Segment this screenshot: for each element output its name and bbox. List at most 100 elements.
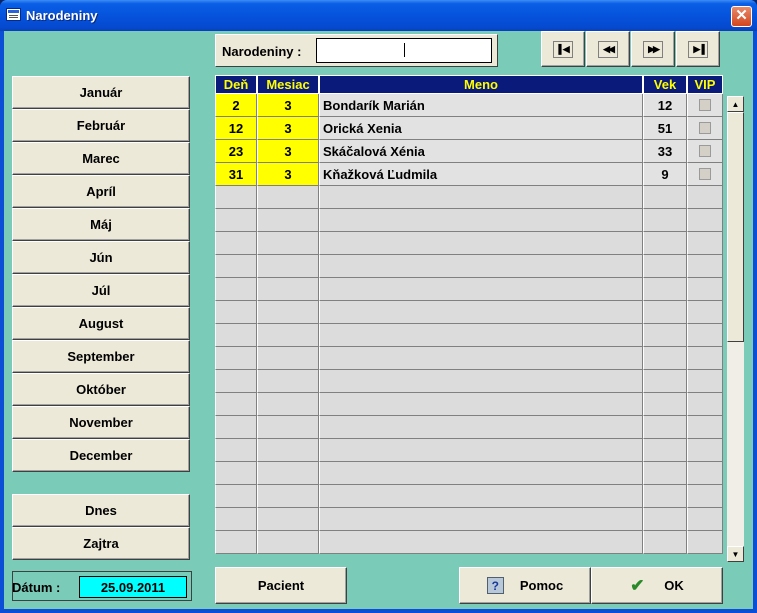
month-button-march[interactable]: Marec: [12, 142, 190, 175]
empty-row[interactable]: [215, 531, 723, 554]
empty-cell[interactable]: [643, 416, 687, 439]
scroll-down-icon[interactable]: ▼: [727, 546, 744, 562]
cell-name[interactable]: Kňažková Ľudmila: [319, 163, 643, 186]
empty-cell[interactable]: [687, 347, 723, 370]
grid-scrollbar[interactable]: ▲ ▼: [727, 96, 744, 562]
empty-cell[interactable]: [319, 393, 643, 416]
empty-cell[interactable]: [257, 393, 319, 416]
empty-row[interactable]: [215, 508, 723, 531]
empty-cell[interactable]: [319, 301, 643, 324]
month-button-january[interactable]: Január: [12, 76, 190, 109]
patient-button[interactable]: Pacient: [215, 567, 347, 604]
title-bar[interactable]: Narodeniny ✕: [0, 0, 757, 31]
empty-cell[interactable]: [319, 485, 643, 508]
empty-cell[interactable]: [257, 209, 319, 232]
vip-checkbox[interactable]: [699, 168, 711, 180]
today-button[interactable]: Dnes: [12, 494, 190, 527]
empty-cell[interactable]: [643, 370, 687, 393]
table-row[interactable]: 31 3 Kňažková Ľudmila 9: [215, 163, 723, 186]
empty-cell[interactable]: [215, 324, 257, 347]
vip-checkbox[interactable]: [699, 145, 711, 157]
first-record-button[interactable]: ▌◀: [541, 31, 585, 67]
empty-cell[interactable]: [687, 531, 723, 554]
empty-cell[interactable]: [319, 209, 643, 232]
empty-cell[interactable]: [215, 347, 257, 370]
empty-cell[interactable]: [319, 186, 643, 209]
cell-month[interactable]: 3: [257, 163, 319, 186]
tomorrow-button[interactable]: Zajtra: [12, 527, 190, 560]
table-row[interactable]: 12 3 Orická Xenia 51: [215, 117, 723, 140]
empty-cell[interactable]: [643, 508, 687, 531]
empty-cell[interactable]: [257, 416, 319, 439]
empty-cell[interactable]: [643, 232, 687, 255]
empty-cell[interactable]: [257, 485, 319, 508]
empty-cell[interactable]: [643, 347, 687, 370]
empty-cell[interactable]: [215, 508, 257, 531]
empty-cell[interactable]: [319, 278, 643, 301]
month-button-may[interactable]: Máj: [12, 208, 190, 241]
empty-cell[interactable]: [687, 393, 723, 416]
empty-cell[interactable]: [215, 209, 257, 232]
scroll-up-icon[interactable]: ▲: [727, 96, 744, 112]
empty-cell[interactable]: [319, 232, 643, 255]
empty-cell[interactable]: [215, 531, 257, 554]
empty-cell[interactable]: [643, 186, 687, 209]
empty-cell[interactable]: [319, 508, 643, 531]
empty-cell[interactable]: [643, 462, 687, 485]
cell-day[interactable]: 31: [215, 163, 257, 186]
empty-row[interactable]: [215, 255, 723, 278]
empty-cell[interactable]: [687, 255, 723, 278]
empty-cell[interactable]: [215, 232, 257, 255]
empty-cell[interactable]: [257, 255, 319, 278]
empty-cell[interactable]: [319, 531, 643, 554]
previous-record-button[interactable]: ◀◀: [586, 31, 630, 67]
empty-cell[interactable]: [215, 186, 257, 209]
month-button-september[interactable]: September: [12, 340, 190, 373]
table-row[interactable]: 23 3 Skáčalová Xénia 33: [215, 140, 723, 163]
vip-checkbox[interactable]: [699, 99, 711, 111]
ok-button[interactable]: ✔ OK: [591, 567, 723, 604]
empty-cell[interactable]: [643, 278, 687, 301]
empty-cell[interactable]: [257, 324, 319, 347]
empty-cell[interactable]: [687, 209, 723, 232]
empty-cell[interactable]: [687, 439, 723, 462]
empty-cell[interactable]: [687, 416, 723, 439]
empty-cell[interactable]: [319, 416, 643, 439]
empty-row[interactable]: [215, 462, 723, 485]
empty-cell[interactable]: [687, 186, 723, 209]
empty-cell[interactable]: [257, 508, 319, 531]
empty-cell[interactable]: [643, 393, 687, 416]
empty-cell[interactable]: [687, 232, 723, 255]
vip-checkbox[interactable]: [699, 122, 711, 134]
empty-row[interactable]: [215, 485, 723, 508]
close-button[interactable]: ✕: [731, 6, 752, 27]
empty-cell[interactable]: [257, 531, 319, 554]
empty-cell[interactable]: [257, 186, 319, 209]
empty-cell[interactable]: [319, 462, 643, 485]
last-record-button[interactable]: ▶▐: [676, 31, 720, 67]
empty-row[interactable]: [215, 232, 723, 255]
empty-cell[interactable]: [643, 255, 687, 278]
empty-cell[interactable]: [257, 370, 319, 393]
empty-row[interactable]: [215, 370, 723, 393]
cell-day[interactable]: 2: [215, 94, 257, 117]
empty-cell[interactable]: [257, 462, 319, 485]
empty-cell[interactable]: [643, 439, 687, 462]
cell-day[interactable]: 23: [215, 140, 257, 163]
empty-cell[interactable]: [319, 324, 643, 347]
empty-cell[interactable]: [319, 439, 643, 462]
empty-cell[interactable]: [215, 393, 257, 416]
empty-row[interactable]: [215, 439, 723, 462]
empty-cell[interactable]: [215, 462, 257, 485]
empty-cell[interactable]: [687, 278, 723, 301]
empty-row[interactable]: [215, 416, 723, 439]
empty-cell[interactable]: [215, 439, 257, 462]
cell-month[interactable]: 3: [257, 140, 319, 163]
month-button-february[interactable]: Február: [12, 109, 190, 142]
month-button-april[interactable]: Apríl: [12, 175, 190, 208]
empty-cell[interactable]: [643, 531, 687, 554]
empty-cell[interactable]: [215, 255, 257, 278]
cell-age[interactable]: 12: [643, 94, 687, 117]
empty-cell[interactable]: [687, 485, 723, 508]
cell-month[interactable]: 3: [257, 94, 319, 117]
